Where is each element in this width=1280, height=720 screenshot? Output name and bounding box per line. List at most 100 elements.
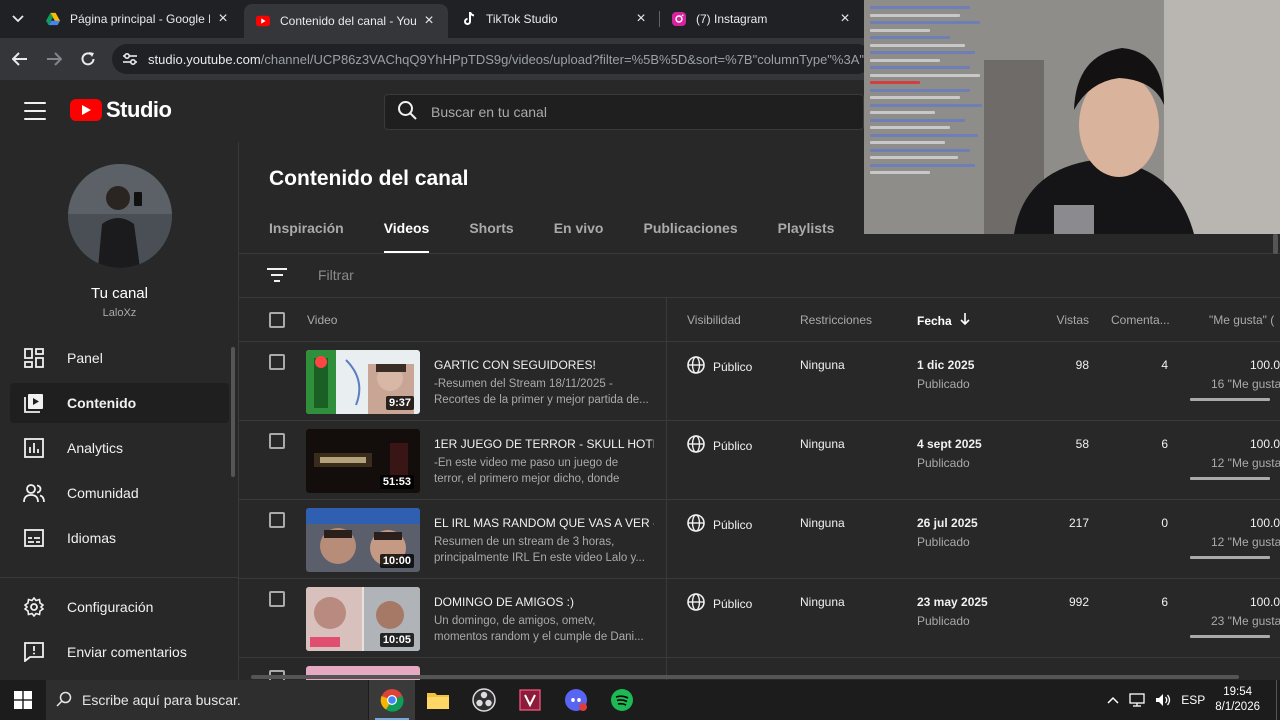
forward-arrow-icon[interactable] xyxy=(42,47,66,71)
video-title[interactable]: 1ER JUEGO DE TERROR - SKULL HOTEL xyxy=(434,437,654,451)
video-thumbnail[interactable]: 10:05 xyxy=(306,587,420,651)
comments-cell[interactable]: 0 xyxy=(1119,516,1168,530)
taskbar-search[interactable]: Escribe aquí para buscar. xyxy=(46,680,368,720)
video-thumbnail[interactable]: 51:53 xyxy=(306,429,420,493)
discord-icon[interactable] xyxy=(553,680,599,720)
row-checkbox[interactable] xyxy=(269,354,285,370)
address-bar[interactable]: studio.youtube.com/channel/UCP86z3VAChqQ… xyxy=(112,44,872,74)
visibility-cell[interactable]: Público xyxy=(687,593,752,614)
filter-icon[interactable] xyxy=(267,267,287,288)
sidebar-divider xyxy=(0,577,239,578)
reload-icon[interactable] xyxy=(76,47,100,71)
close-tab-icon[interactable]: × xyxy=(838,10,852,28)
tab-search-chevron-icon[interactable] xyxy=(6,7,30,31)
video-title[interactable]: GARTIC CON SEGUIDORES! xyxy=(434,358,654,372)
language-indicator[interactable]: ESP xyxy=(1181,693,1205,707)
row-checkbox[interactable] xyxy=(269,591,285,607)
channel-search[interactable] xyxy=(384,94,864,130)
chevron-up-icon[interactable] xyxy=(1107,696,1119,704)
video-description: -En este video me paso un juego de terro… xyxy=(434,457,620,485)
browser-tab-tiktok[interactable]: TikTok Studio × xyxy=(450,0,660,38)
column-divider xyxy=(666,500,667,578)
subtitles-icon xyxy=(23,527,45,549)
vegas-icon[interactable] xyxy=(507,680,553,720)
site-settings-icon[interactable] xyxy=(122,52,138,66)
sidebar-scrollbar[interactable] xyxy=(231,347,235,477)
back-arrow-icon[interactable] xyxy=(8,47,32,71)
filter-bar xyxy=(239,254,1280,298)
search-input[interactable] xyxy=(431,104,791,120)
close-tab-icon[interactable]: × xyxy=(216,10,230,28)
comments-cell[interactable]: 6 xyxy=(1119,437,1168,451)
select-all-checkbox[interactable] xyxy=(269,312,285,328)
dashboard-icon xyxy=(23,347,45,369)
obs-icon[interactable] xyxy=(461,680,507,720)
chrome-icon[interactable] xyxy=(369,680,415,720)
filter-input[interactable] xyxy=(318,267,718,283)
sidebar-item-comunidad[interactable]: Comunidad xyxy=(10,473,229,513)
taskbar-clock[interactable]: 19:54 8/1/2026 xyxy=(1215,685,1260,715)
likes-count: 16 "Me gusta" xyxy=(1211,377,1280,391)
close-tab-icon[interactable]: × xyxy=(422,12,436,30)
volume-icon[interactable] xyxy=(1155,693,1171,707)
column-divider xyxy=(666,579,667,657)
visibility-cell[interactable]: Público xyxy=(687,514,752,535)
channel-avatar[interactable] xyxy=(68,164,172,268)
horizontal-scrollbar[interactable] xyxy=(251,675,1239,679)
views-cell: 98 xyxy=(1075,358,1089,372)
windows-start-icon[interactable] xyxy=(0,680,46,720)
search-icon[interactable] xyxy=(397,100,417,125)
table-row[interactable]: 51:53 1ER JUEGO DE TERROR - SKULL HOTEL … xyxy=(239,421,1280,500)
video-title[interactable]: DOMINGO DE AMIGOS :) xyxy=(434,595,654,609)
column-fecha[interactable]: Fecha xyxy=(917,313,970,328)
stream-chat-overlay xyxy=(870,6,988,179)
likes-percent: 100.0 xyxy=(1249,516,1280,530)
close-tab-icon[interactable]: × xyxy=(634,10,648,28)
tab-shorts[interactable]: Shorts xyxy=(469,220,513,254)
main-scrollbar[interactable] xyxy=(1273,234,1278,254)
tab-en-vivo[interactable]: En vivo xyxy=(554,220,604,254)
spotify-icon[interactable] xyxy=(599,680,645,720)
column-restricciones: Restricciones xyxy=(800,313,873,327)
sidebar-item-panel[interactable]: Panel xyxy=(10,338,229,378)
content-icon xyxy=(23,392,45,414)
tab-publicaciones[interactable]: Publicaciones xyxy=(643,220,737,254)
google-drive-icon xyxy=(46,12,60,26)
tab-videos[interactable]: Videos xyxy=(383,220,429,254)
browser-tab-instagram[interactable]: (7) Instagram × xyxy=(660,0,864,38)
comments-cell[interactable]: 6 xyxy=(1119,595,1168,609)
file-explorer-icon[interactable] xyxy=(415,680,461,720)
column-me-gusta[interactable]: "Me gusta" ( xyxy=(1209,313,1274,327)
tab-inspiracion[interactable]: Inspiración xyxy=(269,220,344,254)
youtube-studio-logo[interactable]: Studio xyxy=(70,97,172,123)
network-icon[interactable] xyxy=(1129,693,1145,707)
sidebar-item-configuracion[interactable]: Configuración xyxy=(10,587,229,627)
sidebar-item-idiomas[interactable]: Idiomas xyxy=(10,518,229,558)
visibility-cell[interactable]: Público xyxy=(687,356,752,377)
globe-icon xyxy=(687,356,713,377)
hamburger-menu-icon[interactable] xyxy=(22,99,48,123)
sidebar-item-analytics[interactable]: Analytics xyxy=(10,428,229,468)
video-thumbnail[interactable]: 9:37 xyxy=(306,350,420,414)
video-title[interactable]: EL IRL MAS RANDOM QUE VAS A VER -... xyxy=(434,516,654,530)
table-row[interactable]: 10:00 EL IRL MAS RANDOM QUE VAS A VER -.… xyxy=(239,500,1280,579)
likes-percent: 100.0 xyxy=(1249,595,1280,609)
show-desktop-button[interactable] xyxy=(1276,680,1280,720)
sidebar-item-contenido[interactable]: Contenido xyxy=(10,383,229,423)
visibility-cell[interactable]: Público xyxy=(687,435,752,456)
browser-tab-youtube-studio[interactable]: Contenido del canal - YouTu × xyxy=(244,4,448,38)
channel-title: Tu canal xyxy=(91,285,148,302)
comments-cell[interactable]: 4 xyxy=(1119,358,1168,372)
restrictions-cell: Ninguna xyxy=(800,437,845,451)
feedback-icon xyxy=(23,641,45,663)
tab-playlists[interactable]: Playlists xyxy=(778,220,835,254)
browser-tab-drive[interactable]: Página principal - Google Dr × xyxy=(34,0,242,38)
row-checkbox[interactable] xyxy=(269,433,285,449)
video-thumbnail[interactable]: 10:00 xyxy=(306,508,420,572)
table-row[interactable]: 10:05 DOMINGO DE AMIGOS :) Un domingo, d… xyxy=(239,579,1280,658)
table-row[interactable]: 9:37 GARTIC CON SEGUIDORES! -Resumen del… xyxy=(239,342,1280,421)
row-checkbox[interactable] xyxy=(269,512,285,528)
column-vistas[interactable]: Vistas xyxy=(1029,313,1089,327)
sidebar-item-enviar-comentarios[interactable]: Enviar comentarios xyxy=(10,632,229,672)
column-comentarios[interactable]: Comenta... xyxy=(1111,313,1170,327)
